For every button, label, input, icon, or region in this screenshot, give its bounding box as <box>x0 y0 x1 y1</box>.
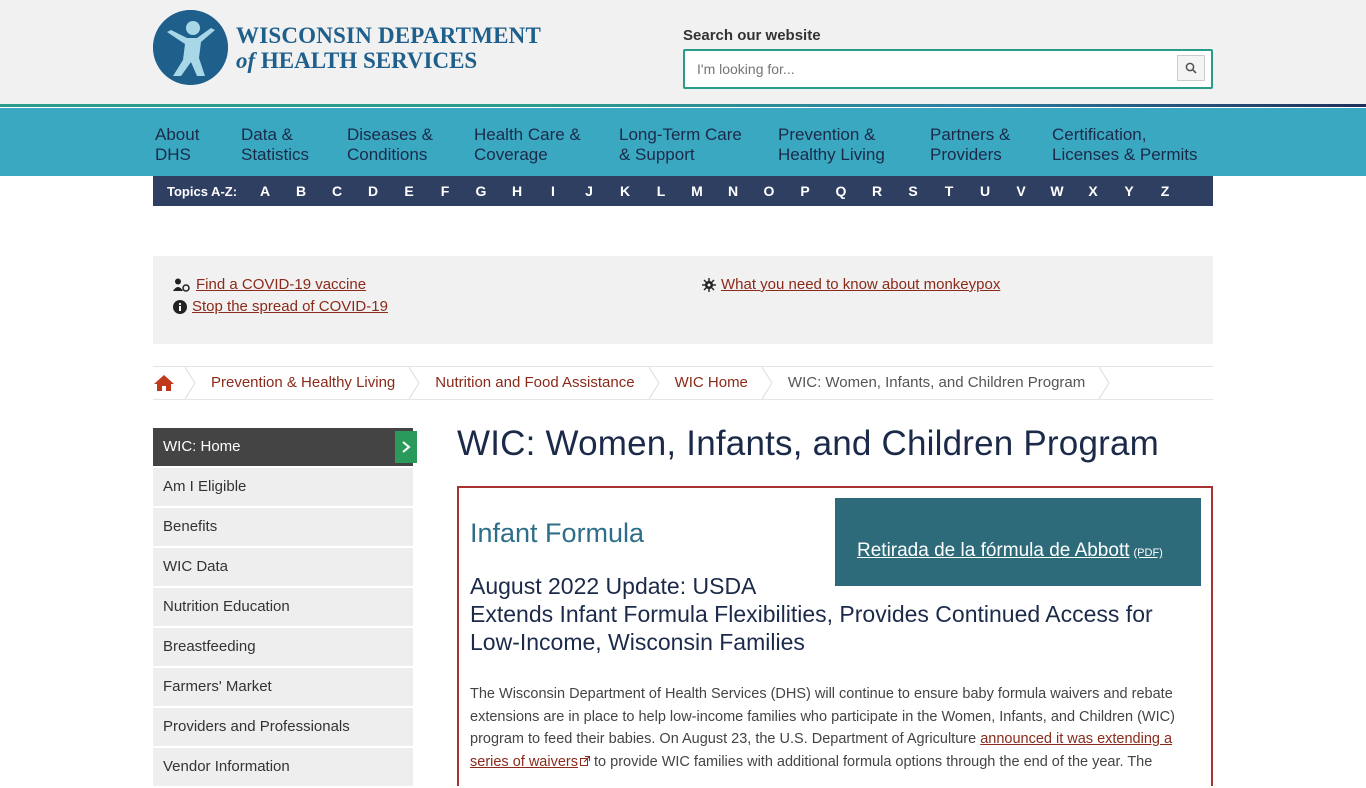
nav-item-prevention[interactable]: Prevention & Healthy Living <box>778 111 930 176</box>
topics-az-label: Topics A-Z: <box>167 183 238 199</box>
az-letter-z[interactable]: Z <box>1147 183 1183 199</box>
nav-item-partners[interactable]: Partners & Providers <box>930 111 1052 176</box>
covid-spread-link[interactable]: Stop the spread of COVID-19 <box>173 298 388 315</box>
breadcrumb-separator <box>1098 366 1111 400</box>
alerts-panel: Find a COVID-19 vaccine Stop the spread … <box>153 256 1213 344</box>
logo-of: of <box>236 47 256 73</box>
az-letter-t[interactable]: T <box>931 183 967 199</box>
breadcrumb-current: WIC: Women, Infants, and Children Progra… <box>787 374 1086 391</box>
abbott-recall-link[interactable]: Retirada de la fórmula de Abbott (PDF) <box>857 540 1163 562</box>
az-letter-q[interactable]: Q <box>823 183 859 199</box>
info-icon <box>173 299 187 314</box>
nav-item-data[interactable]: Data & Statistics <box>241 111 347 176</box>
az-letter-v[interactable]: V <box>1003 183 1039 199</box>
monkeypox-link[interactable]: What you need to know about monkeypox <box>702 276 1000 293</box>
sidebar-item-wic-data[interactable]: WIC Data <box>153 548 413 586</box>
update-body-text: The Wisconsin Department of Health Servi… <box>470 686 1175 770</box>
search-box <box>683 49 1213 89</box>
az-letter-o[interactable]: O <box>751 183 787 199</box>
az-letter-w[interactable]: W <box>1039 183 1075 199</box>
virus-icon <box>702 277 716 292</box>
az-letter-r[interactable]: R <box>859 183 895 199</box>
breadcrumb-prevention[interactable]: Prevention & Healthy Living <box>197 367 409 399</box>
sidebar-item-providers[interactable]: Providers and Professionals <box>153 708 413 746</box>
nav-item-diseases[interactable]: Diseases & Conditions <box>347 111 474 176</box>
az-letter-n[interactable]: N <box>715 183 751 199</box>
nav-item-certification[interactable]: Certification, Licenses & Permits <box>1052 111 1212 176</box>
search-input[interactable] <box>685 51 1155 87</box>
az-letter-k[interactable]: K <box>607 183 643 199</box>
az-letter-m[interactable]: M <box>679 183 715 199</box>
sidebar-item-nutrition-education[interactable]: Nutrition Education <box>153 588 413 626</box>
pdf-badge: (PDF) <box>1133 547 1163 559</box>
az-letter-i[interactable]: I <box>535 183 571 199</box>
main-navigation: About DHS Data & Statistics Diseases & Cond… <box>0 111 1366 176</box>
logo-line1: WISCONSIN DEPARTMENT <box>236 22 541 48</box>
az-letter-p[interactable]: P <box>787 183 823 199</box>
az-letter-f[interactable]: F <box>427 183 463 199</box>
section-heading-infant-formula: Infant Formula <box>470 518 645 548</box>
az-letter-a[interactable]: A <box>247 183 283 199</box>
az-letter-l[interactable]: L <box>643 183 679 199</box>
az-letter-g[interactable]: G <box>463 183 499 199</box>
infant-formula-box: Infant Formula Retirada de la fórmula de… <box>457 486 1213 786</box>
sidebar-item-eligible[interactable]: Am I Eligible <box>153 468 413 506</box>
nav-item-long-term-care[interactable]: Long-Term Care & Support <box>619 111 778 176</box>
sidebar-item-wic-home[interactable]: WIC: Home <box>153 428 417 466</box>
nav-item-health-care[interactable]: Health Care & Coverage <box>474 111 619 176</box>
sidebar-nav: WIC: Home Am I Eligible Benefits WIC Dat… <box>153 428 417 788</box>
breadcrumb-wic-home[interactable]: WIC Home <box>661 367 762 399</box>
breadcrumb-separator <box>408 366 421 400</box>
sidebar-item-breastfeeding[interactable]: Breastfeeding <box>153 628 413 666</box>
dhs-emblem-icon <box>153 10 228 85</box>
az-letter-d[interactable]: D <box>355 183 391 199</box>
header-stripes <box>0 104 1366 111</box>
breadcrumb-separator <box>648 366 661 400</box>
az-letter-e[interactable]: E <box>391 183 427 199</box>
breadcrumb-nutrition[interactable]: Nutrition and Food Assistance <box>421 367 648 399</box>
sidebar-item-benefits[interactable]: Benefits <box>153 508 413 546</box>
search-icon <box>1185 62 1197 74</box>
person-vaccine-icon <box>173 278 191 292</box>
breadcrumb-separator <box>184 366 197 400</box>
covid-vaccine-link[interactable]: Find a COVID-19 vaccine <box>173 276 366 293</box>
az-letter-s[interactable]: S <box>895 183 931 199</box>
search-label: Search our website <box>683 27 821 44</box>
topics-az-bar: Topics A-Z: ABCDEFGHIJKLMNOPQRSTUVWXYZ <box>153 176 1213 206</box>
page-title: WIC: Women, Infants, and Children Progra… <box>457 424 1159 463</box>
breadcrumb-separator <box>761 366 774 400</box>
chevron-right-icon[interactable] <box>395 431 417 463</box>
breadcrumb: Prevention & Healthy Living Nutrition an… <box>153 366 1213 400</box>
az-letter-x[interactable]: X <box>1075 183 1111 199</box>
nav-item-about[interactable]: About DHS <box>155 111 241 176</box>
sidebar-item-farmers-market[interactable]: Farmers' Market <box>153 668 413 706</box>
dhs-logo[interactable]: WISCONSIN DEPARTMENT of HEALTH SERVICES <box>153 10 541 85</box>
logo-line2: HEALTH SERVICES <box>260 47 478 73</box>
az-letter-y[interactable]: Y <box>1111 183 1147 199</box>
update-heading: August 2022 Update: USDA Extends Infant … <box>470 573 1153 655</box>
site-header: WISCONSIN DEPARTMENT of HEALTH SERVICES … <box>0 0 1366 104</box>
home-icon <box>154 375 174 392</box>
external-link-icon <box>579 755 590 766</box>
az-letter-j[interactable]: J <box>571 183 607 199</box>
sidebar-item-vendor[interactable]: Vendor Information <box>153 748 413 786</box>
az-letter-h[interactable]: H <box>499 183 535 199</box>
az-letter-u[interactable]: U <box>967 183 1003 199</box>
az-letter-b[interactable]: B <box>283 183 319 199</box>
az-letter-c[interactable]: C <box>319 183 355 199</box>
search-button[interactable] <box>1177 55 1205 81</box>
breadcrumb-home[interactable] <box>153 367 185 399</box>
